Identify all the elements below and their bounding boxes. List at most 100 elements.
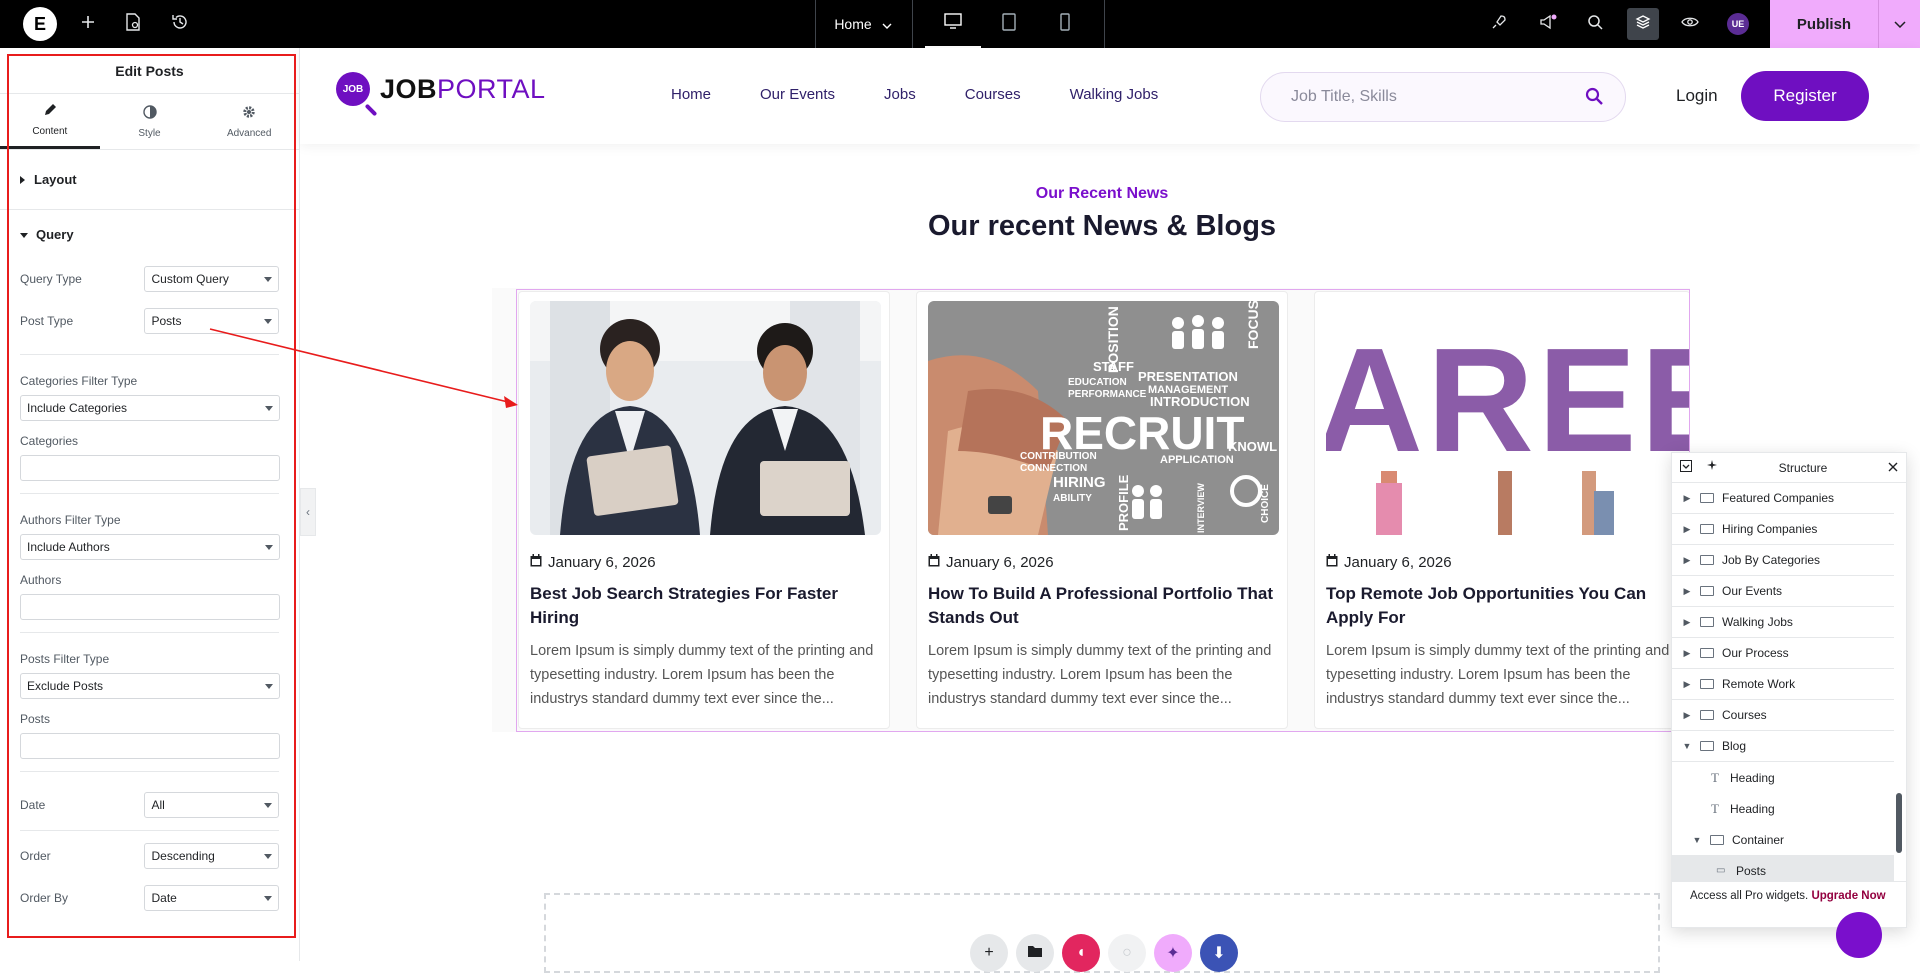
- disabled-tool-button[interactable]: ○: [1108, 934, 1146, 972]
- categories-filter-select[interactable]: Include Categories: [20, 395, 280, 421]
- posts-filter-select[interactable]: Exclude Posts: [20, 673, 280, 699]
- tree-item[interactable]: ▶ Walking Jobs: [1672, 607, 1894, 638]
- logo-mark: JOB: [336, 72, 370, 106]
- floating-action-button[interactable]: [1836, 912, 1882, 958]
- caret-right-icon[interactable]: ▶: [1680, 679, 1694, 690]
- layout-section-toggle[interactable]: Layout: [0, 150, 299, 210]
- categories-input[interactable]: [20, 455, 280, 481]
- tab-style[interactable]: Style: [100, 94, 200, 149]
- container-icon: [1700, 524, 1714, 534]
- job-search-input[interactable]: Job Title, Skills: [1260, 72, 1626, 122]
- tree-item[interactable]: T Heading: [1672, 793, 1894, 824]
- upgrade-now-link[interactable]: Upgrade Now: [1811, 890, 1885, 902]
- tree-item[interactable]: T Heading: [1672, 762, 1894, 793]
- tree-item[interactable]: ▶ Courses: [1672, 700, 1894, 731]
- nav-link-courses[interactable]: Courses: [965, 86, 1021, 103]
- elementskit-button[interactable]: ◖: [1062, 934, 1100, 972]
- add-template-button[interactable]: [1016, 934, 1054, 972]
- tab-advanced-label: Advanced: [226, 127, 272, 139]
- authors-filter-control: Authors Filter Type Include Authors Auth…: [0, 506, 299, 620]
- nav-link-our-events[interactable]: Our Events: [760, 86, 835, 103]
- authors-label: Authors: [20, 573, 62, 587]
- navigator-scrollbar[interactable]: [1896, 493, 1902, 873]
- page-selector[interactable]: Home: [815, 0, 911, 48]
- caret-down-icon[interactable]: ▼: [1690, 835, 1704, 845]
- order-select[interactable]: Descending: [144, 843, 279, 869]
- tree-item[interactable]: ▶ Hiring Companies: [1672, 514, 1894, 545]
- import-button[interactable]: ⬇: [1200, 934, 1238, 972]
- magic-icon[interactable]: [1706, 460, 1718, 475]
- posts-filter-value: Exclude Posts: [27, 679, 104, 693]
- caret-right-icon[interactable]: ▶: [1680, 710, 1694, 721]
- caret-right-icon[interactable]: ▶: [1680, 617, 1694, 628]
- posts-filter-control: Posts Filter Type Exclude Posts Posts: [0, 645, 299, 759]
- page-settings-button[interactable]: [113, 0, 153, 48]
- half-circle-icon: [142, 104, 157, 122]
- whats-new-button[interactable]: [1528, 0, 1568, 48]
- collapse-all-icon[interactable]: [1680, 460, 1692, 475]
- site-logo[interactable]: JOB JOBPORTAL: [336, 72, 546, 106]
- search-icon[interactable]: [1585, 87, 1603, 110]
- collapse-panel-button[interactable]: ‹: [300, 488, 316, 536]
- caret-right-icon[interactable]: ▶: [1680, 493, 1694, 504]
- container-icon: [1700, 555, 1714, 565]
- caret-down-icon: [264, 854, 272, 859]
- post-type-select[interactable]: Posts: [144, 308, 279, 334]
- history-button[interactable]: [160, 0, 200, 48]
- tree-item[interactable]: ▶ Job By Categories: [1672, 545, 1894, 576]
- tree-item-label: Posts: [1736, 863, 1767, 878]
- launchpad-button[interactable]: [1479, 0, 1519, 48]
- tree-item[interactable]: ▼ Container: [1672, 824, 1894, 855]
- tree-item[interactable]: ▶ Our Process: [1672, 638, 1894, 669]
- register-button[interactable]: Register: [1741, 71, 1869, 121]
- caret-right-icon[interactable]: ▶: [1680, 648, 1694, 659]
- authors-input[interactable]: [20, 594, 280, 620]
- tree-item-blog[interactable]: ▼ Blog: [1672, 731, 1894, 762]
- query-section-label: Query: [36, 226, 74, 242]
- circle-icon: ○: [1122, 944, 1132, 961]
- caret-right-icon[interactable]: ▶: [1680, 524, 1694, 535]
- caret-right-icon[interactable]: ▶: [1680, 555, 1694, 566]
- nav-link-jobs[interactable]: Jobs: [884, 86, 916, 103]
- scrollbar-thumb[interactable]: [1896, 793, 1902, 853]
- tree-item[interactable]: ▶ Remote Work: [1672, 669, 1894, 700]
- nav-link-walking-jobs[interactable]: Walking Jobs: [1070, 86, 1159, 103]
- finder-button[interactable]: [1575, 0, 1615, 48]
- container-icon: [1700, 617, 1714, 627]
- tab-advanced[interactable]: Advanced: [199, 94, 299, 149]
- publish-button[interactable]: Publish: [1770, 0, 1920, 48]
- add-section-button[interactable]: +: [970, 934, 1008, 972]
- caret-down-icon[interactable]: ▼: [1680, 741, 1694, 751]
- navigator-header: Structure: [1672, 453, 1906, 483]
- login-link[interactable]: Login: [1676, 86, 1718, 106]
- order-by-select[interactable]: Date: [144, 885, 279, 911]
- mobile-icon: [1060, 12, 1070, 36]
- mobile-view-button[interactable]: [1037, 0, 1093, 48]
- nav-link-home[interactable]: Home: [671, 86, 711, 103]
- preview-button[interactable]: [1670, 0, 1710, 48]
- structure-navigator: Structure ▶ Featured Companies ▶ Hiring Co…: [1671, 452, 1907, 928]
- container-icon: [1700, 710, 1714, 720]
- container-icon: [1700, 679, 1714, 689]
- ai-button[interactable]: ✦: [1154, 934, 1192, 972]
- add-element-button[interactable]: [68, 0, 108, 48]
- query-section-toggle[interactable]: Query: [0, 210, 299, 258]
- elementor-logo-button[interactable]: E: [23, 7, 57, 41]
- tree-item[interactable]: ▶ Featured Companies: [1672, 483, 1894, 514]
- caret-down-icon: [264, 319, 272, 324]
- authors-filter-select[interactable]: Include Authors: [20, 534, 280, 560]
- tab-content[interactable]: Content: [0, 94, 100, 149]
- desktop-view-button[interactable]: [925, 0, 981, 48]
- structure-button[interactable]: [1627, 8, 1659, 40]
- tree-item-label: Heading: [1730, 801, 1775, 816]
- divider: [20, 493, 279, 494]
- caret-right-icon[interactable]: ▶: [1680, 586, 1694, 597]
- query-type-select[interactable]: Custom Query: [144, 266, 279, 292]
- publish-options-button[interactable]: [1878, 0, 1920, 48]
- posts-input[interactable]: [20, 733, 280, 759]
- tablet-view-button[interactable]: [981, 0, 1037, 48]
- tree-item[interactable]: ▶ Our Events: [1672, 576, 1894, 607]
- close-icon[interactable]: [1888, 461, 1898, 475]
- date-select[interactable]: All: [144, 792, 279, 818]
- user-menu-button[interactable]: UE: [1718, 0, 1758, 48]
